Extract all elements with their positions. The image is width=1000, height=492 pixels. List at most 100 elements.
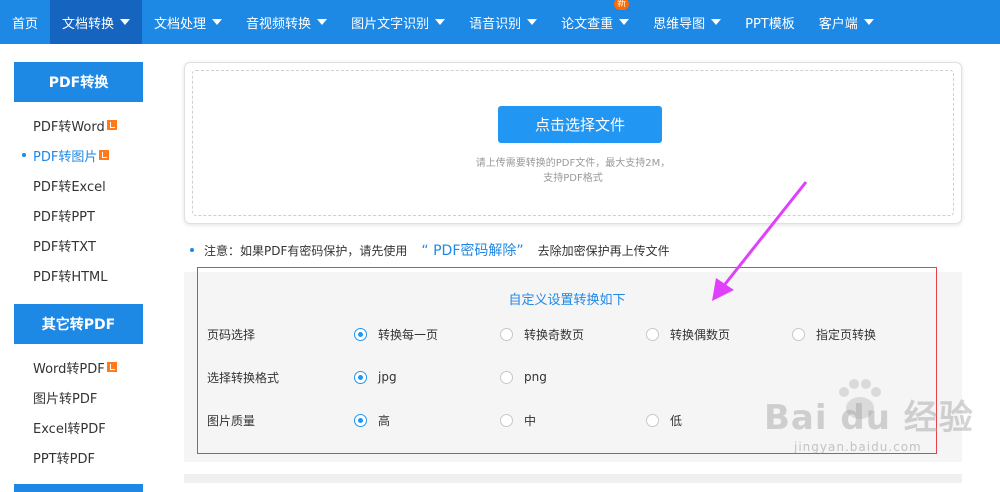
sidebar-item-label: PDF转图片 bbox=[33, 149, 98, 165]
radio-option[interactable]: png bbox=[500, 370, 547, 384]
radio-label: 低 bbox=[670, 413, 683, 428]
nav-ppt-template[interactable]: PPT模板 bbox=[733, 0, 807, 44]
caret-down-icon bbox=[619, 19, 630, 25]
password-note: 注意：如果PDF有密码保护，请先使用 “ PDF密码解除” 去除加密保护再上传文… bbox=[190, 240, 670, 260]
sidebar-item-label: PDF转PPT bbox=[33, 209, 95, 225]
nav-doc-convert[interactable]: 文档转换 bbox=[50, 0, 143, 44]
bottom-strip bbox=[184, 474, 962, 483]
vip-icon bbox=[106, 362, 117, 372]
sidebar-list-other: Word转PDF 图片转PDF Excel转PDF PPT转PDF bbox=[14, 344, 143, 476]
quality-select-label: 图片质量 bbox=[207, 413, 256, 428]
sidebar-item-label: PDF转Word bbox=[33, 119, 105, 135]
radio-label: 中 bbox=[524, 413, 537, 428]
upload-hint: 请上传需要转换的PDF文件，最大支持2M， 支持PDF格式 bbox=[193, 156, 953, 186]
top-navigation: 首页 文档转换 文档处理 音视频转换 图片文字识别 语音识别 论文查重新 思维导… bbox=[0, 0, 1000, 44]
nav-label: 首页 bbox=[12, 16, 39, 32]
radio-option[interactable]: jpg bbox=[354, 370, 397, 384]
watermark-brand: Bai du 经验 bbox=[764, 398, 974, 438]
radio-checked-icon[interactable] bbox=[354, 413, 367, 427]
sidebar-item-label: Excel转PDF bbox=[33, 421, 106, 437]
radio-unchecked-icon[interactable] bbox=[500, 413, 513, 427]
caret-down-icon bbox=[863, 19, 874, 25]
radio-unchecked-icon[interactable] bbox=[646, 327, 659, 341]
caret-down-icon bbox=[317, 19, 328, 25]
radio-option[interactable]: 转换每一页 bbox=[354, 326, 438, 343]
upload-dropzone[interactable]: 点击选择文件 请上传需要转换的PDF文件，最大支持2M， 支持PDF格式 bbox=[192, 70, 954, 216]
nav-label: 图片文字识别 bbox=[351, 16, 430, 32]
sidebar-item-label: 图片转PDF bbox=[33, 391, 98, 407]
sidebar-footer-bar bbox=[14, 484, 143, 492]
sidebar-item-label: PDF转Excel bbox=[33, 179, 106, 195]
settings-title: 自定义设置转换如下 bbox=[508, 293, 626, 308]
radio-option[interactable]: 转换奇数页 bbox=[500, 326, 584, 343]
radio-label: 指定页转换 bbox=[816, 327, 877, 342]
nav-home[interactable]: 首页 bbox=[0, 0, 50, 44]
sidebar-list-pdf: PDF转Word PDF转图片 PDF转Excel PDF转PPT PDF转TX… bbox=[14, 102, 143, 294]
note-suffix: 去除加密保护再上传文件 bbox=[537, 243, 670, 258]
radio-checked-icon[interactable] bbox=[354, 327, 367, 341]
upload-hint-line: 请上传需要转换的PDF文件，最大支持2M， bbox=[475, 158, 671, 169]
nav-ocr[interactable]: 图片文字识别 bbox=[339, 0, 457, 44]
radio-unchecked-icon[interactable] bbox=[500, 327, 513, 341]
sidebar-header-other: 其它转PDF bbox=[14, 304, 143, 344]
radio-label: 转换每一页 bbox=[378, 327, 439, 342]
bullet-icon bbox=[190, 248, 194, 252]
nav-client[interactable]: 客户端 bbox=[807, 0, 886, 44]
sidebar-item-label: PDF转HTML bbox=[33, 269, 108, 285]
radio-checked-icon[interactable] bbox=[354, 370, 367, 384]
sidebar-item-pdf-to-ppt[interactable]: PDF转PPT bbox=[14, 200, 143, 230]
sidebar-item-label: PDF转TXT bbox=[33, 239, 96, 255]
upload-hint-line: 支持PDF格式 bbox=[543, 173, 603, 184]
watermark-url: jingyan.baidu.com bbox=[794, 440, 922, 454]
sidebar-item-pdf-to-image[interactable]: PDF转图片 bbox=[14, 140, 143, 170]
caret-down-icon bbox=[212, 19, 223, 25]
radio-label: jpg bbox=[378, 370, 397, 384]
sidebar-header-pdf: PDF转换 bbox=[14, 62, 143, 102]
nav-av-convert[interactable]: 音视频转换 bbox=[234, 0, 339, 44]
sidebar-item-word-to-pdf[interactable]: Word转PDF bbox=[14, 352, 143, 382]
radio-label: 转换偶数页 bbox=[670, 327, 731, 342]
sidebar-item-pdf-to-html[interactable]: PDF转HTML bbox=[14, 260, 143, 290]
nav-speech[interactable]: 语音识别 bbox=[457, 0, 549, 44]
nav-doc-process[interactable]: 文档处理 bbox=[142, 0, 234, 44]
radio-unchecked-icon[interactable] bbox=[792, 327, 805, 341]
radio-option[interactable]: 转换偶数页 bbox=[646, 326, 730, 343]
radio-unchecked-icon[interactable] bbox=[646, 413, 659, 427]
caret-down-icon bbox=[711, 19, 722, 25]
radio-option[interactable]: 高 bbox=[354, 412, 390, 429]
sidebar-item-pdf-to-word[interactable]: PDF转Word bbox=[14, 110, 143, 140]
nav-label: 文档处理 bbox=[154, 16, 207, 32]
nav-label: 论文查重 bbox=[561, 16, 614, 32]
upload-panel: 点击选择文件 请上传需要转换的PDF文件，最大支持2M， 支持PDF格式 bbox=[184, 62, 962, 224]
nav-mindmap[interactable]: 思维导图 bbox=[641, 0, 733, 44]
nav-plagiarism[interactable]: 论文查重新 bbox=[549, 0, 641, 44]
sidebar-item-ppt-to-pdf[interactable]: PPT转PDF bbox=[14, 442, 143, 472]
page-select-label: 页码选择 bbox=[207, 327, 256, 342]
note-prefix: 注意：如果PDF有密码保护，请先使用 bbox=[204, 243, 408, 258]
baidu-watermark: Bai du 经验 jingyan.baidu.com bbox=[744, 376, 984, 466]
radio-option[interactable]: 中 bbox=[500, 412, 536, 429]
radio-option[interactable]: 低 bbox=[646, 412, 682, 429]
radio-label: 高 bbox=[378, 413, 391, 428]
sidebar-item-excel-to-pdf[interactable]: Excel转PDF bbox=[14, 412, 143, 442]
radio-unchecked-icon[interactable] bbox=[500, 370, 513, 384]
nav-label: PPT模板 bbox=[745, 16, 795, 32]
vip-icon bbox=[106, 120, 117, 130]
radio-option[interactable]: 指定页转换 bbox=[792, 326, 876, 343]
select-file-button[interactable]: 点击选择文件 bbox=[498, 106, 662, 143]
nav-label: 客户端 bbox=[818, 16, 858, 32]
sidebar-item-image-to-pdf[interactable]: 图片转PDF bbox=[14, 382, 143, 412]
nav-label: 语音识别 bbox=[469, 16, 522, 32]
vip-icon bbox=[99, 150, 110, 160]
nav-label: 思维导图 bbox=[653, 16, 706, 32]
sidebar-item-label: PPT转PDF bbox=[33, 451, 95, 467]
radio-label: 转换奇数页 bbox=[524, 327, 585, 342]
sidebar-item-pdf-to-txt[interactable]: PDF转TXT bbox=[14, 230, 143, 260]
sidebar: PDF转换 PDF转Word PDF转图片 PDF转Excel PDF转PPT … bbox=[14, 62, 143, 492]
nav-label: 音视频转换 bbox=[246, 16, 312, 32]
new-badge: 新 bbox=[614, 0, 630, 10]
sidebar-item-label: Word转PDF bbox=[33, 361, 105, 377]
pdf-unlock-link[interactable]: “ PDF密码解除” bbox=[421, 240, 523, 260]
sidebar-item-pdf-to-excel[interactable]: PDF转Excel bbox=[14, 170, 143, 200]
